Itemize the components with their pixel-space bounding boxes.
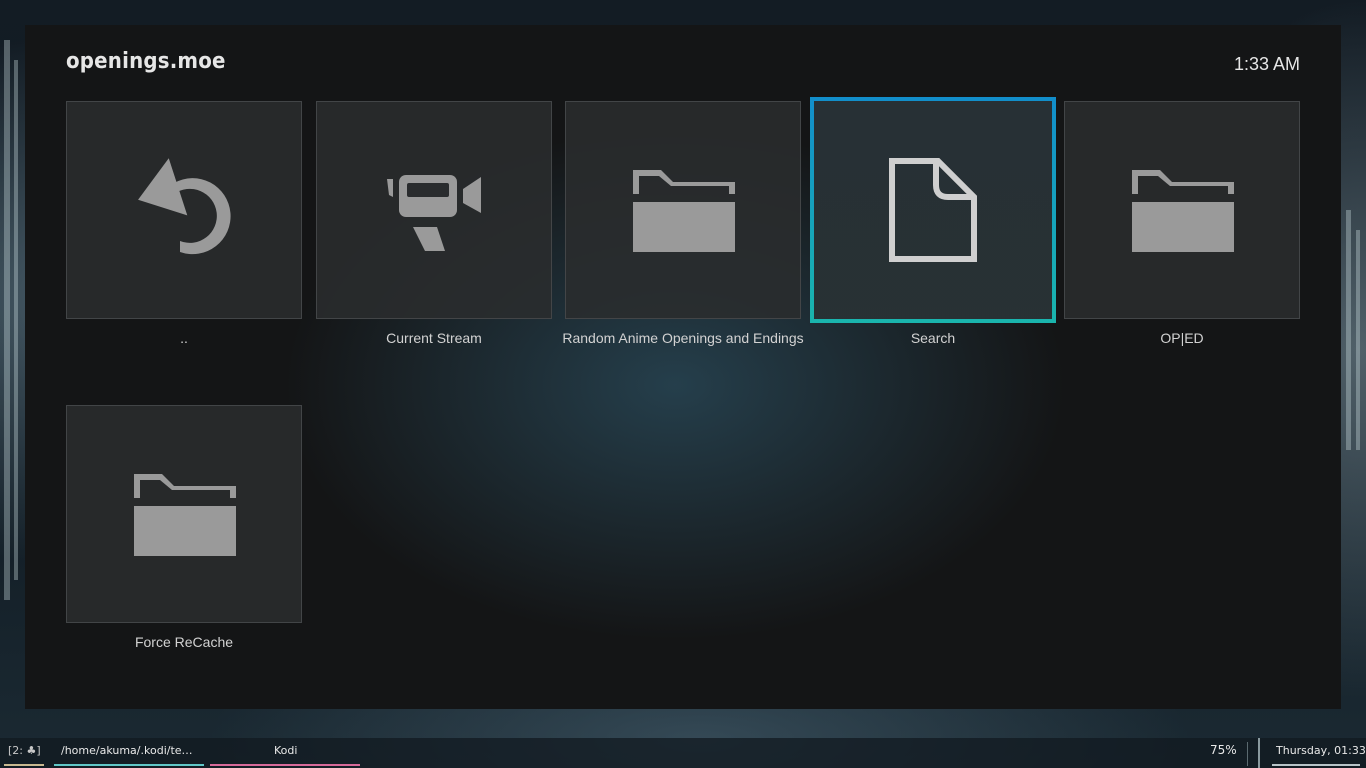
file-icon	[889, 158, 977, 262]
tile-label-random-openings: Random Anime Openings and Endings	[562, 330, 804, 346]
folder-icon	[633, 170, 735, 252]
tile-random-openings[interactable]	[565, 101, 801, 319]
workspace-indicator[interactable]: [2: ♣]	[8, 744, 41, 757]
tile-current-stream[interactable]	[316, 101, 552, 319]
tile-label-op-ed: OP|ED	[1160, 330, 1204, 346]
volume-indicator[interactable]: 75%	[1210, 743, 1237, 757]
tile-search[interactable]	[810, 97, 1056, 323]
folder-icon	[1132, 170, 1234, 252]
back-arrow-icon	[138, 158, 231, 255]
tile-label-force-recache: Force ReCache	[134, 634, 234, 650]
tile-force-recache[interactable]	[66, 405, 302, 623]
taskbar-kodi-window[interactable]: Kodi	[274, 744, 297, 757]
taskbar-divider	[1247, 742, 1248, 766]
folder-icon	[134, 474, 236, 556]
video-camera-icon	[387, 175, 481, 251]
tile-label-parent: ..	[180, 330, 188, 346]
clock: 1:33 AM	[1233, 54, 1300, 74]
kodi-window: openings.moe 1:33 AM .. Current Stream R…	[25, 25, 1341, 709]
taskbar-terminal-window[interactable]: /home/akuma/.kodi/tem...	[61, 744, 201, 757]
taskbar: [2: ♣] /home/akuma/.kodi/tem... Kodi 75%…	[0, 738, 1366, 768]
tile-label-search: Search	[910, 330, 956, 346]
page-title: openings.moe	[66, 49, 226, 74]
taskbar-divider	[1258, 738, 1260, 768]
taskbar-clock: Thursday, 01:33	[1276, 744, 1366, 757]
tile-op-ed[interactable]	[1064, 101, 1300, 319]
tile-label-current-stream: Current Stream	[386, 330, 482, 346]
tile-parent-folder[interactable]	[66, 101, 302, 319]
